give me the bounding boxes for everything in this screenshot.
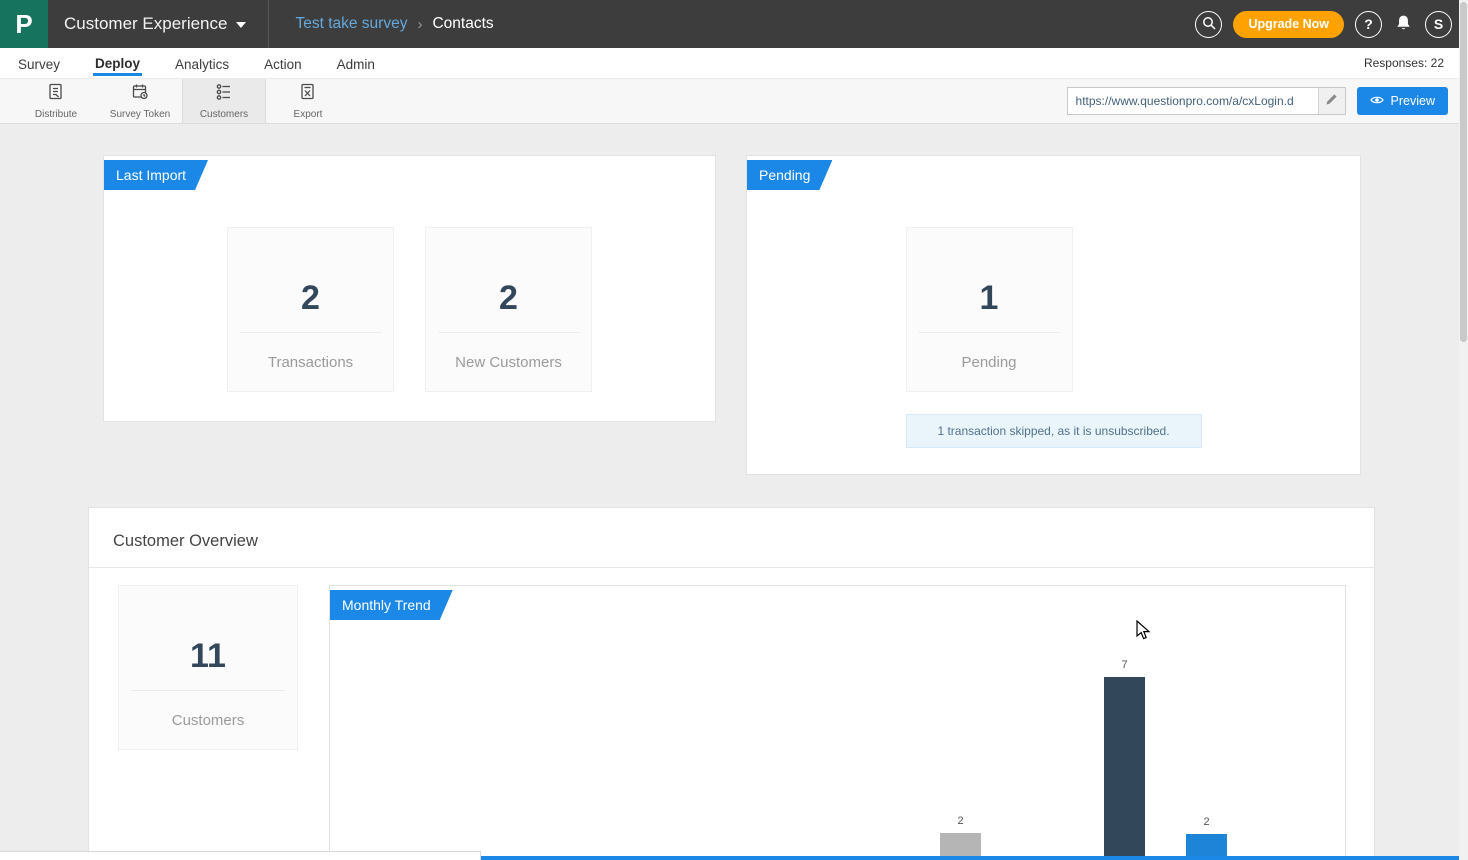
notifications-button[interactable] — [1393, 14, 1414, 35]
skipped-transaction-notice: 1 transaction skipped, as it is unsubscr… — [906, 414, 1202, 448]
questionpro-logo[interactable]: P — [0, 0, 48, 48]
last-import-stats: 2 Transactions 2 New Customers — [104, 156, 715, 392]
stat-value: 11 — [119, 586, 297, 690]
page-bottom-panel — [0, 851, 481, 860]
logo-letter: P — [15, 9, 32, 40]
customer-overview-title: Customer Overview — [89, 508, 1374, 568]
new-customers-stat: 2 New Customers — [425, 227, 592, 392]
product-title: Customer Experience — [64, 14, 227, 34]
toolbar-item-distribute[interactable]: Distribute — [14, 79, 98, 123]
bottom-blue-line — [481, 856, 1459, 860]
distribute-icon — [46, 82, 66, 107]
stat-label: New Customers — [426, 333, 591, 391]
tab-action[interactable]: Action — [262, 52, 304, 74]
main-nav: Survey Deploy Analytics Action Admin Res… — [0, 48, 1468, 78]
export-excel-icon — [298, 82, 318, 107]
tab-deploy[interactable]: Deploy — [93, 51, 142, 76]
survey-url-field — [1067, 87, 1346, 115]
toolbar-item-label: Distribute — [35, 109, 77, 120]
stat-value: 2 — [426, 228, 591, 332]
survey-token-icon — [130, 82, 150, 107]
bar-value-label: 2 — [1186, 816, 1227, 828]
breadcrumb: Test take survey › Contacts — [268, 0, 493, 48]
pending-stats: 1 Pending 1 transaction skipped, as it i… — [906, 227, 1202, 448]
toolbar-item-label: Survey Token — [110, 109, 170, 120]
monthly-trend-chart: Monthly Trend 2 7 2 — [329, 585, 1346, 860]
preview-button[interactable]: Preview — [1357, 87, 1448, 115]
stat-label: Transactions — [228, 333, 393, 391]
upgrade-now-button[interactable]: Upgrade Now — [1233, 11, 1344, 38]
pencil-icon — [1325, 93, 1338, 109]
bar-value-label: 7 — [1104, 659, 1145, 671]
avatar-initial: S — [1434, 16, 1443, 32]
stat-label: Customers — [119, 691, 297, 749]
toolbar-item-customers[interactable]: Customers — [182, 79, 266, 123]
pending-stat: 1 Pending — [906, 227, 1073, 392]
top-bar: P Customer Experience Test take survey ›… — [0, 0, 1468, 48]
tab-admin[interactable]: Admin — [335, 52, 377, 74]
breadcrumb-separator: › — [417, 16, 422, 33]
page-content: Last Import 2 Transactions 2 New Custome… — [0, 124, 1468, 860]
stat-value: 2 — [228, 228, 393, 332]
import-cards-row: Last Import 2 Transactions 2 New Custome… — [103, 155, 1468, 475]
deploy-toolbar: Distribute Survey Token Customers — [0, 78, 1468, 124]
tab-survey[interactable]: Survey — [16, 52, 62, 74]
breadcrumb-survey-link[interactable]: Test take survey — [295, 15, 407, 33]
stat-value: 1 — [907, 228, 1072, 332]
help-button[interactable]: ? — [1355, 11, 1382, 38]
pending-card: Pending 1 Pending 1 transaction skipped,… — [746, 155, 1361, 475]
preview-label: Preview — [1391, 94, 1435, 108]
responses-count: Responses: 22 — [1364, 56, 1444, 70]
edit-url-button[interactable] — [1318, 88, 1345, 114]
chart-bar-2 — [1104, 677, 1145, 860]
transactions-stat: 2 Transactions — [227, 227, 394, 392]
product-switcher[interactable]: Customer Experience — [48, 0, 268, 48]
question-mark-icon: ? — [1364, 16, 1373, 32]
pending-ribbon: Pending — [747, 160, 832, 190]
eye-icon — [1370, 94, 1384, 108]
search-button[interactable] — [1195, 11, 1222, 38]
search-icon — [1202, 16, 1216, 33]
scrollbar-thumb[interactable] — [1460, 2, 1467, 342]
vertical-scrollbar[interactable] — [1459, 0, 1468, 860]
toolbar-item-export[interactable]: Export — [266, 79, 350, 123]
customers-stat: 11 Customers — [118, 585, 298, 750]
bell-icon — [1395, 14, 1412, 35]
last-import-ribbon: Last Import — [104, 160, 208, 190]
monthly-trend-ribbon: Monthly Trend — [330, 590, 453, 620]
survey-url-input[interactable] — [1068, 88, 1318, 114]
customer-overview-card: Customer Overview 11 Customers Monthly T… — [88, 507, 1375, 860]
customer-overview-body: 11 Customers Monthly Trend 2 7 2 — [89, 568, 1374, 860]
toolbar-item-label: Customers — [200, 109, 248, 120]
stat-label: Pending — [907, 333, 1072, 391]
bar-value-label: 2 — [940, 815, 981, 827]
toolbar-right: Preview — [1067, 79, 1468, 123]
last-import-card: Last Import 2 Transactions 2 New Custome… — [103, 155, 716, 422]
breadcrumb-current: Contacts — [432, 15, 493, 33]
chevron-down-icon — [236, 15, 246, 33]
tab-analytics[interactable]: Analytics — [173, 52, 231, 74]
toolbar-item-label: Export — [294, 109, 323, 120]
user-avatar[interactable]: S — [1425, 11, 1452, 38]
topbar-actions: Upgrade Now ? S — [1195, 11, 1468, 38]
customers-icon — [214, 82, 234, 107]
toolbar-item-survey-token[interactable]: Survey Token — [98, 79, 182, 123]
